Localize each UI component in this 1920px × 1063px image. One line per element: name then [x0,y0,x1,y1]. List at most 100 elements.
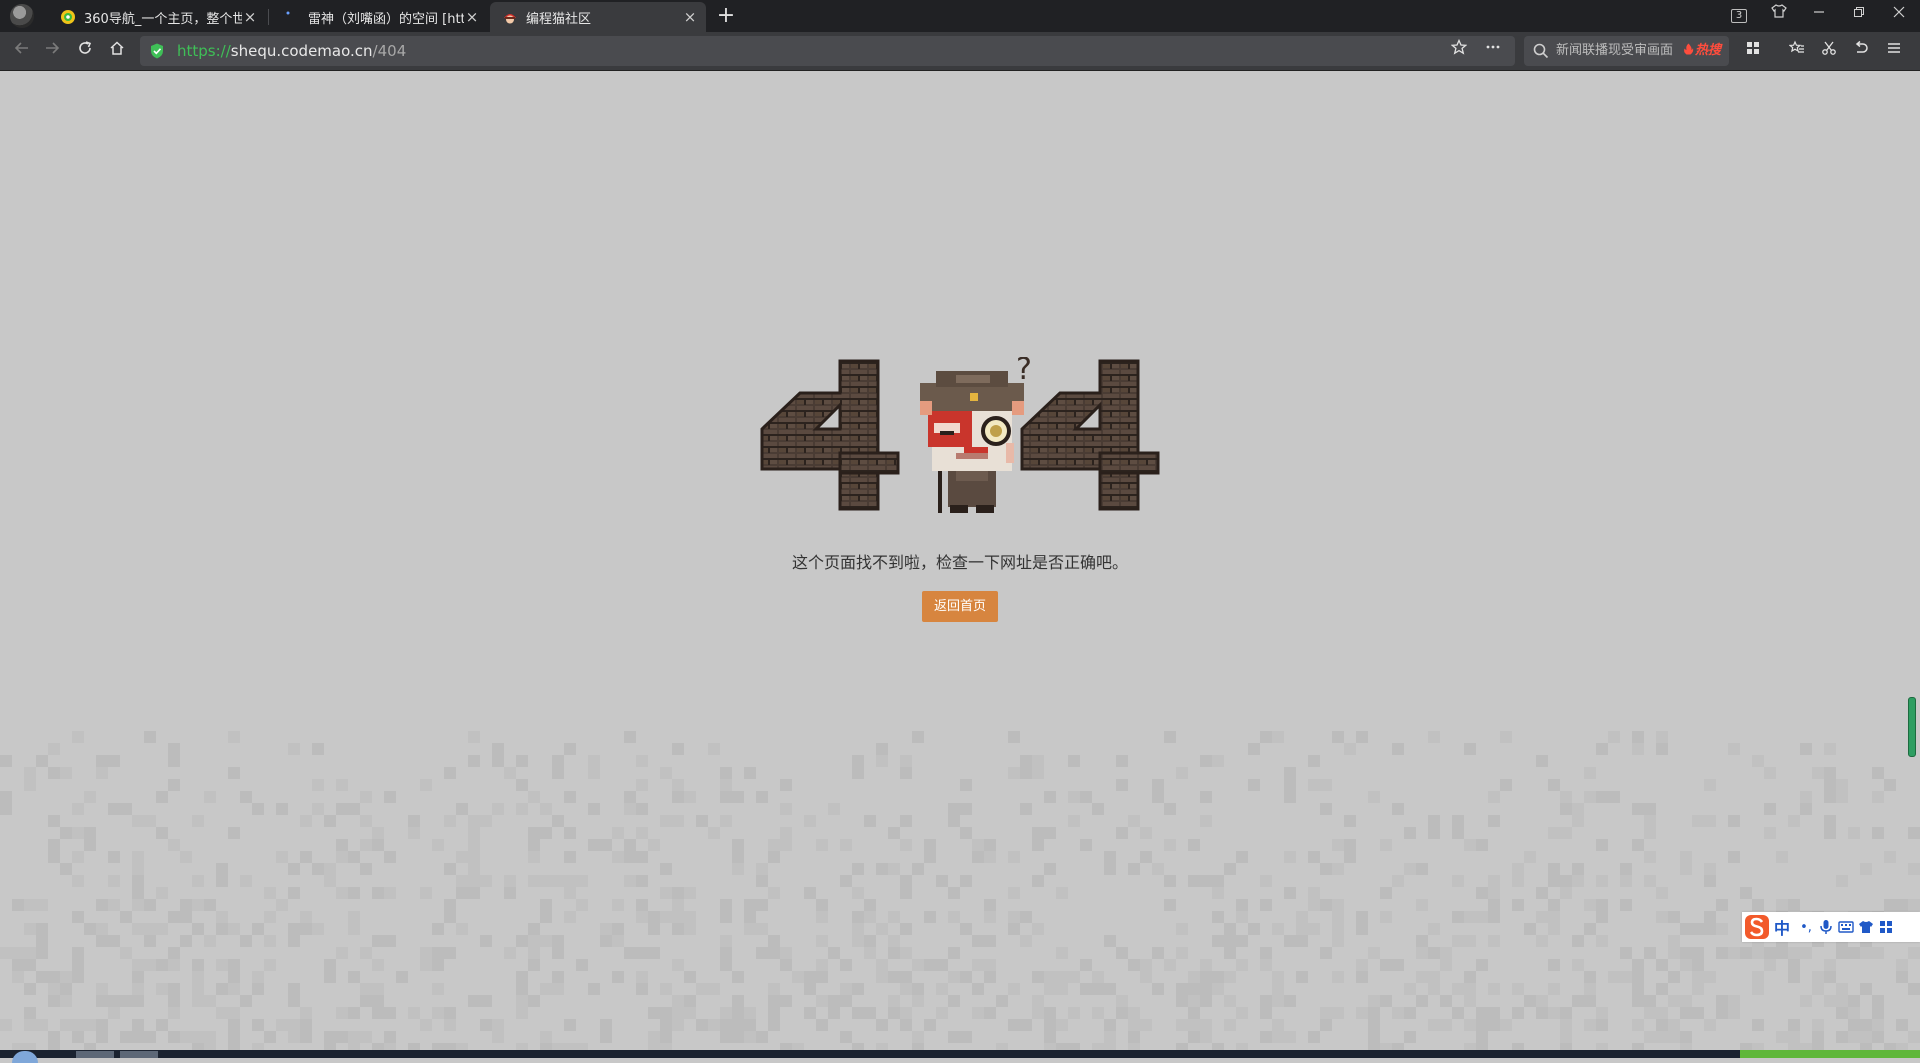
pixel-block [1056,971,1068,983]
pixel-block [36,1019,48,1031]
tray-notification-area[interactable] [1740,1050,1920,1058]
more-icon[interactable] [1485,39,1501,59]
url-scheme: https:// [177,42,231,60]
pixel-block [384,1043,396,1050]
ime-toolbar[interactable]: 中 •, [1742,912,1920,942]
pixel-block [960,875,972,887]
tab-leishen-space[interactable]: 雷神（刘嘴函）的空间 [http:// × [272,2,488,32]
skin-icon[interactable] [1762,0,1796,28]
keyboard-icon[interactable] [1836,917,1856,937]
pixel-block [684,887,696,899]
close-window-icon[interactable] [1882,0,1916,28]
pixel-block [1788,959,1800,971]
taskbar-app-button[interactable] [120,1051,158,1058]
screenshot-scissors-icon[interactable] [1817,39,1841,63]
pixel-block [36,971,48,983]
pixel-block [720,767,732,779]
pixel-block [144,899,156,911]
floating-side-indicator[interactable] [1908,697,1916,757]
pixel-block [1776,1031,1788,1043]
pixel-block [1836,983,1848,995]
pixel-block [1728,815,1740,827]
pixel-block [1548,1007,1560,1019]
taskbar-app-button[interactable] [76,1051,114,1058]
pixel-block [1068,1007,1080,1019]
pixel-block [1704,923,1716,935]
pixel-block [1872,995,1884,1007]
tab-close-icon[interactable]: × [682,8,698,26]
pixel-block [528,875,540,887]
pixel-block [204,1043,216,1050]
pixel-block [324,1031,336,1043]
pixel-block [72,911,84,923]
tab-codemao-community[interactable]: 编程猫社区 × [490,2,706,32]
sogou-logo-icon[interactable] [1744,914,1770,940]
tab-close-icon[interactable]: × [242,8,258,26]
bookmark-star-icon[interactable] [1450,38,1468,60]
pixel-block [816,1019,828,1031]
menu-icon[interactable] [1882,39,1906,63]
pixel-block [1704,863,1716,875]
new-tab-button[interactable]: + [713,3,739,29]
pixel-block [648,1031,660,1043]
pixel-block [1608,971,1620,983]
tab-360-navigation[interactable]: 360导航_一个主页，整个世界 × [48,2,266,32]
pixel-block [468,731,480,743]
tab-close-icon[interactable]: × [464,8,480,26]
pixel-block [1068,1043,1080,1050]
undo-icon[interactable] [1849,39,1873,63]
microphone-icon[interactable] [1816,917,1836,937]
tab-title: 360导航_一个主页，整个世界 [84,11,242,27]
pixel-block [816,935,828,947]
pixel-block [1044,791,1056,803]
pixel-block [1908,827,1920,839]
pixel-block [1668,935,1680,947]
apps-icon[interactable] [1741,39,1765,63]
minimize-icon[interactable] [1802,0,1836,28]
pixel-block [132,983,144,995]
pixel-block [636,875,648,887]
pixel-block [300,815,312,827]
grid-tools-icon[interactable] [1876,917,1896,937]
back-to-home-button[interactable]: 返回首页 [922,591,998,622]
restore-icon[interactable] [1842,0,1876,28]
back-icon[interactable] [10,39,34,63]
pixel-block [1308,923,1320,935]
pixel-block [252,923,264,935]
pixel-block [852,767,864,779]
url-text[interactable]: https://shequ.codemao.cn/404 [177,36,406,66]
pixel-block [300,923,312,935]
pixel-block [1812,767,1824,779]
user-avatar[interactable] [10,4,34,28]
secure-shield-icon[interactable] [150,43,164,59]
pixel-block [96,1019,108,1031]
punctuation-icon[interactable]: •, [1796,917,1816,937]
pixel-block [156,827,168,839]
pixel-block [1392,1043,1404,1050]
pixel-block [1092,803,1104,815]
pixel-block [1812,1031,1824,1043]
pixel-block [780,959,792,971]
pixel-block [1368,1043,1380,1050]
start-button[interactable] [12,1051,38,1063]
reload-icon[interactable] [73,39,97,63]
search-box[interactable]: 新闻联播现受审画面 热搜 [1524,36,1729,66]
pixel-block [168,995,180,1007]
pixel-block [852,935,864,947]
pixel-block [360,1031,372,1043]
pixel-block [1308,1031,1320,1043]
ime-mode-chinese[interactable]: 中 [1774,915,1790,939]
forward-icon[interactable] [40,39,64,63]
address-bar[interactable]: https://shequ.codemao.cn/404 [140,36,1515,66]
hot-search-label[interactable]: 热搜 [1683,36,1721,66]
favorites-icon[interactable] [1785,39,1809,63]
pixel-block [84,791,96,803]
pixel-block [1668,995,1680,1007]
tab-count-button[interactable]: 3 [1722,0,1756,28]
shirt-skin-icon[interactable] [1856,917,1876,937]
pixel-block [468,851,480,863]
pixel-block [288,1019,300,1031]
pixel-block [492,755,504,767]
home-icon[interactable] [105,39,129,63]
pixel-block [1632,959,1644,971]
